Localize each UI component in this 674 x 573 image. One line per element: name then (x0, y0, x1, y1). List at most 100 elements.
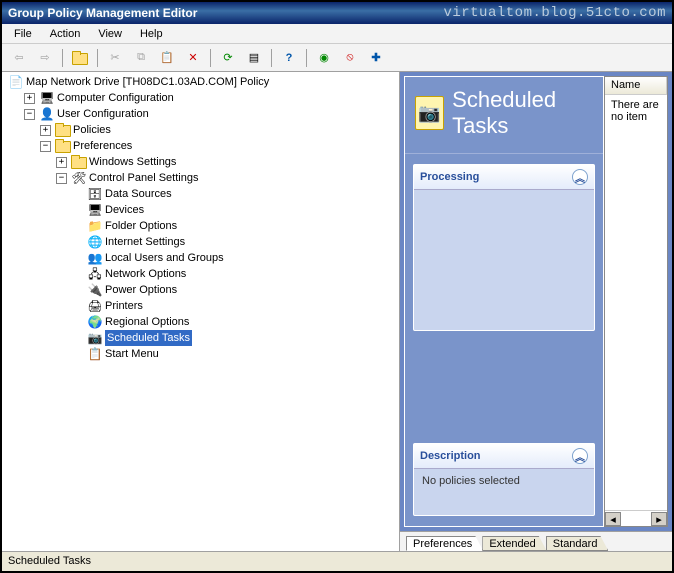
tree-label: Control Panel Settings (89, 170, 198, 186)
refresh-button[interactable]: ⟳ (217, 47, 239, 69)
tree-policies[interactable]: + Policies (38, 122, 397, 138)
titlebar: Group Policy Management Editor virtualto… (2, 2, 672, 24)
up-button[interactable] (69, 47, 91, 69)
tree-item-printers[interactable]: 🖨Printers (70, 298, 397, 314)
tree-label: Preferences (73, 138, 132, 154)
control-panel-icon: 🛠 (71, 170, 87, 186)
help-button[interactable]: ? (278, 47, 300, 69)
processing-section: Processing ︽ (413, 164, 595, 331)
tree-item-network-options[interactable]: 🖧Network Options (70, 266, 397, 282)
tree-root[interactable]: 📄 Map Network Drive [TH08DC1.03AD.COM] P… (6, 74, 397, 90)
tree-preferences[interactable]: − Preferences (38, 138, 397, 154)
tree-item-local-users-and-groups[interactable]: 👥Local Users and Groups (70, 250, 397, 266)
paste-button[interactable]: 📋 (156, 47, 178, 69)
body-split: 📄 Map Network Drive [TH08DC1.03AD.COM] P… (2, 72, 672, 551)
chevron-up-icon[interactable]: ︽ (572, 169, 588, 185)
tab-standard[interactable]: Standard (546, 536, 609, 551)
tree-user-config[interactable]: − 👤 User Configuration (22, 106, 397, 122)
group-policy-window: Group Policy Management Editor virtualto… (0, 0, 674, 573)
refresh-icon: ⟳ (223, 51, 232, 64)
tree-item-label: Internet Settings (105, 234, 185, 250)
tree-pane[interactable]: 📄 Map Network Drive [TH08DC1.03AD.COM] P… (2, 72, 400, 551)
horizontal-scrollbar[interactable]: ◂ ▸ (605, 510, 667, 526)
processing-body (414, 190, 594, 330)
detail-area: 📷 Scheduled Tasks Processing ︽ (400, 72, 672, 531)
separator (62, 49, 63, 67)
menu-help[interactable]: Help (132, 26, 171, 42)
description-title: Description (420, 450, 481, 462)
item-icon: 🖨 (87, 298, 103, 314)
folder-icon (71, 155, 87, 169)
tree-item-regional-options[interactable]: 🌍Regional Options (70, 314, 397, 330)
tree-item-internet-settings[interactable]: 🌐Internet Settings (70, 234, 397, 250)
tree-item-power-options[interactable]: 🔌Power Options (70, 282, 397, 298)
item-icon: 🗄 (87, 186, 103, 202)
expand-icon[interactable]: + (24, 93, 35, 104)
tab-preferences[interactable]: Preferences (406, 536, 483, 551)
menubar: File Action View Help (2, 24, 672, 44)
forward-button[interactable]: ⇨ (34, 47, 56, 69)
info-panel: 📷 Scheduled Tasks Processing ︽ (404, 76, 604, 527)
forward-icon: ⇨ (40, 51, 49, 64)
tree-item-scheduled-tasks[interactable]: 📷Scheduled Tasks (70, 330, 397, 346)
collapse-icon[interactable]: − (56, 173, 67, 184)
item-icon: 🖧 (87, 266, 103, 282)
tree-item-data-sources[interactable]: 🗄Data Sources (70, 186, 397, 202)
tree-item-label: Power Options (105, 282, 177, 298)
stop-button[interactable]: ⦸ (339, 47, 361, 69)
tree-label: User Configuration (57, 106, 149, 122)
list-panel: Name There are no item ◂ ▸ (604, 76, 668, 527)
computer-icon: 🖥 (39, 90, 55, 106)
info-panel-header: 📷 Scheduled Tasks (405, 77, 603, 154)
tree-item-start-menu[interactable]: 📋Start Menu (70, 346, 397, 362)
item-icon: 📷 (87, 330, 103, 346)
cut-button[interactable]: ✂ (104, 47, 126, 69)
scrollbar-left-button[interactable]: ◂ (605, 512, 621, 526)
item-icon: 📋 (87, 346, 103, 362)
info-panel-title: Scheduled Tasks (452, 87, 593, 139)
separator (97, 49, 98, 67)
menu-view[interactable]: View (90, 26, 130, 42)
description-header[interactable]: Description ︽ (414, 444, 594, 469)
help-icon: ? (286, 52, 293, 64)
expand-icon[interactable]: + (40, 125, 51, 136)
list-header: Name (605, 77, 667, 95)
folder-up-icon (72, 51, 88, 65)
expand-icon[interactable]: + (56, 157, 67, 168)
processing-header[interactable]: Processing ︽ (414, 165, 594, 190)
description-section: Description ︽ No policies selected (413, 443, 595, 516)
tree-item-folder-options[interactable]: 📁Folder Options (70, 218, 397, 234)
tab-extended[interactable]: Extended (482, 536, 546, 551)
tree-control-panel-settings[interactable]: − 🛠 Control Panel Settings (54, 170, 397, 186)
menu-action[interactable]: Action (42, 26, 89, 42)
chevron-up-icon[interactable]: ︽ (572, 448, 588, 464)
collapse-icon[interactable]: − (24, 109, 35, 120)
tree-item-label: Scheduled Tasks (105, 330, 192, 346)
list-body[interactable]: There are no item (605, 95, 667, 510)
window-title: Group Policy Management Editor (8, 6, 197, 20)
tree-label: Policies (73, 122, 111, 138)
menu-file[interactable]: File (6, 26, 40, 42)
tree-item-devices[interactable]: 🖥Devices (70, 202, 397, 218)
column-name[interactable]: Name (605, 77, 667, 94)
copy-button[interactable]: ⧉ (130, 47, 152, 69)
policy-icon: 📄 (8, 74, 24, 90)
collapse-icon[interactable]: − (40, 141, 51, 152)
tree-item-label: Data Sources (105, 186, 172, 202)
delete-icon: ✕ (188, 51, 197, 64)
add-button[interactable]: ✚ (365, 47, 387, 69)
tree-item-label: Local Users and Groups (105, 250, 224, 266)
list-empty-text: There are no item (611, 99, 659, 123)
item-icon: 🌍 (87, 314, 103, 330)
tree-computer-config[interactable]: + 🖥 Computer Configuration (22, 90, 397, 106)
options-button[interactable]: ◉ (313, 47, 335, 69)
scrollbar-right-button[interactable]: ▸ (651, 512, 667, 526)
properties-button[interactable]: ▤ (243, 47, 265, 69)
description-body: No policies selected (414, 469, 594, 515)
watermark: virtualtom.blog.51cto.com (443, 5, 666, 21)
back-button[interactable]: ⇦ (8, 47, 30, 69)
tab-label: Standard (553, 538, 598, 550)
tree-windows-settings[interactable]: + Windows Settings (54, 154, 397, 170)
item-icon: 🔌 (87, 282, 103, 298)
delete-button[interactable]: ✕ (182, 47, 204, 69)
